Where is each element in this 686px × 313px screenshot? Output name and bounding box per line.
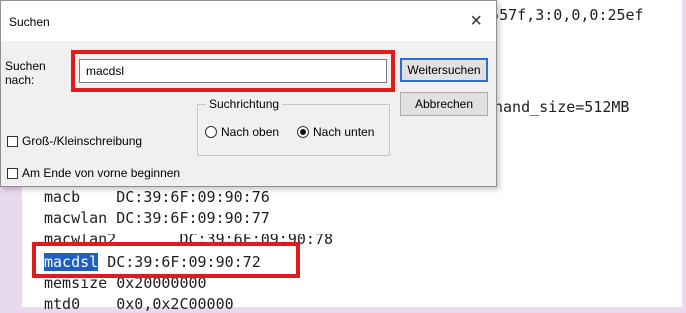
match-case-checkbox[interactable]: Groß-/Kleinschreibung	[7, 134, 142, 148]
checkbox-icon	[7, 167, 18, 179]
direction-down-radio[interactable]: Nach unten	[297, 125, 374, 139]
wrap-around-label: Am Ende von vorne beginnen	[22, 166, 181, 180]
editor-line-nand-size: nand_size=512MB	[494, 98, 630, 116]
find-label-line1: Suchen	[5, 59, 46, 73]
direction-down-label: Nach unten	[313, 125, 375, 139]
close-icon[interactable]: ×	[470, 11, 482, 31]
editor-line-macwlan: macwlan DC:39:6F:09:90:77	[44, 209, 270, 227]
editor-line-mtd0: mtd0 0x0,0x2C00000	[44, 295, 234, 313]
editor-line-macb: macb DC:39:6F:09:90:76	[44, 188, 270, 206]
direction-up-radio[interactable]: Nach oben	[205, 125, 279, 139]
find-label: Suchen nach:	[5, 59, 46, 87]
find-dialog: Suchen × Suchen nach: Weitersuchen Abbre…	[0, 0, 497, 187]
cancel-button[interactable]: Abbrechen	[400, 92, 488, 116]
match-case-label: Groß-/Kleinschreibung	[22, 134, 143, 148]
find-label-line2: nach:	[5, 73, 35, 87]
checkbox-icon	[7, 135, 18, 147]
highlight-box-match-line	[32, 242, 300, 278]
radio-unchecked-icon	[205, 126, 217, 138]
direction-group-title: Suchrichtung	[206, 97, 283, 111]
direction-up-label: Nach oben	[221, 125, 280, 139]
find-next-button[interactable]: Weitersuchen	[400, 58, 488, 82]
dialog-titlebar[interactable]: Suchen ×	[1, 1, 496, 41]
dialog-title: Suchen	[9, 15, 50, 29]
wrap-around-checkbox[interactable]: Am Ende von vorne beginnen	[7, 166, 180, 180]
highlight-box-find-input	[71, 50, 395, 92]
radio-checked-icon	[297, 126, 309, 138]
editor-line-top-right: de557f,3:0,0,0:25ef	[472, 6, 644, 24]
